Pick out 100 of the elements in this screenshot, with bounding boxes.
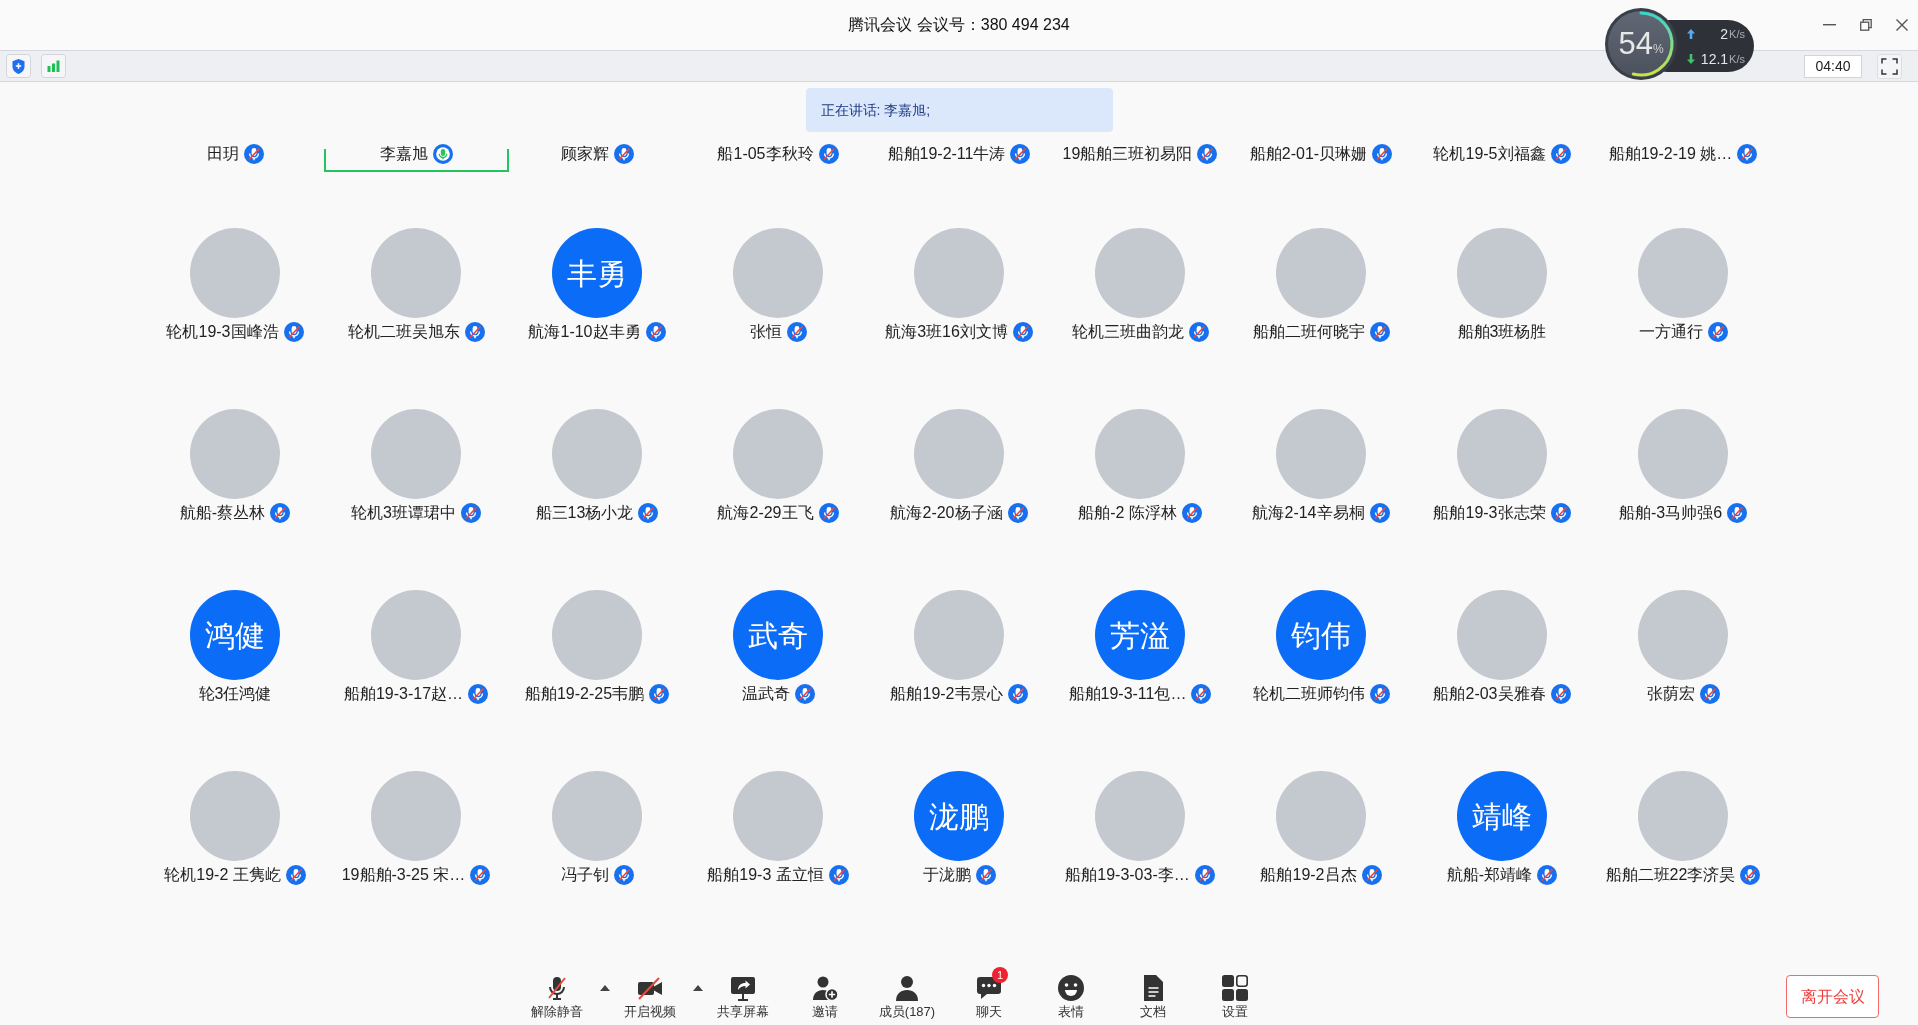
participant-name: 航船-蔡丛林 <box>179 504 266 522</box>
leave-meeting-button[interactable]: 离开会议 <box>1786 975 1879 1018</box>
minimize-icon[interactable] <box>1823 24 1836 26</box>
mic-muted-icon[interactable] <box>1181 503 1202 523</box>
reactions-button[interactable]: 表情 <box>1036 974 1106 1020</box>
participant-name: 船三13杨小龙 <box>535 504 634 522</box>
mic-muted-icon[interactable] <box>1369 503 1390 523</box>
caret-icon[interactable] <box>600 985 610 991</box>
mic-muted-icon[interactable] <box>1007 503 1028 523</box>
mic-muted-icon[interactable] <box>1699 684 1720 704</box>
mic-muted-icon[interactable] <box>243 144 264 164</box>
mic-muted-icon[interactable] <box>1737 144 1758 164</box>
mic-muted-icon[interactable] <box>464 322 485 342</box>
mic-muted-icon[interactable] <box>1197 144 1218 164</box>
mic-muted-icon[interactable] <box>786 322 807 342</box>
restore-icon[interactable] <box>1860 19 1872 31</box>
fullscreen-icon[interactable] <box>1877 53 1902 79</box>
mic-muted-icon[interactable] <box>794 684 815 704</box>
mic-muted-icon[interactable] <box>460 503 481 523</box>
mic-muted-icon[interactable] <box>613 865 634 885</box>
unread-badge: 1 <box>992 967 1008 983</box>
participant-name: 轮机二班师钧伟 <box>1252 685 1365 703</box>
participant-name: 船舶19-3 孟立恒 <box>707 866 824 884</box>
mic-muted-icon[interactable] <box>1361 865 1382 885</box>
mic-muted-icon[interactable] <box>1010 144 1031 164</box>
mic-muted-icon[interactable] <box>1012 322 1033 342</box>
mic-muted-icon[interactable] <box>818 144 839 164</box>
mic-muted-icon[interactable] <box>1369 322 1390 342</box>
participant-name: 顾家辉 <box>560 145 609 163</box>
members-button[interactable]: 成员(187) <box>872 974 942 1020</box>
mic-muted-icon[interactable] <box>1727 503 1748 523</box>
close-icon[interactable] <box>1896 19 1908 31</box>
participant-name: 航海2-20杨子涵 <box>890 504 1003 522</box>
initials-avatar: 芳溢 <box>1095 590 1185 680</box>
person-icon <box>893 974 921 1002</box>
documents-button[interactable]: 文档 <box>1118 974 1188 1020</box>
mic-muted-icon[interactable] <box>1191 684 1212 704</box>
mic-muted-icon[interactable] <box>645 322 666 342</box>
participant-name: 船舶-3马帅强6 <box>1618 504 1723 522</box>
shield-icon[interactable] <box>6 54 31 78</box>
start-video-button[interactable]: 开启视频 <box>615 974 685 1020</box>
participant-name: 冯子钊 <box>560 866 609 884</box>
initials-avatar: 鸿健 <box>190 590 280 680</box>
mic-muted-icon[interactable] <box>1550 684 1571 704</box>
participant-name: 航海2-14辛易桐 <box>1252 504 1365 522</box>
participant-name: 一方通行 <box>1638 323 1703 341</box>
share-screen-button[interactable]: 共享屏幕 <box>708 974 778 1020</box>
participant-name: 船舶19-2-19 姚… <box>1608 145 1733 163</box>
mic-active-icon[interactable] <box>432 144 453 164</box>
upload-speed: 2 <box>1719 25 1729 42</box>
participant-name: 船舶-2 陈浮林 <box>1078 504 1177 522</box>
settings-button[interactable]: 设置 <box>1200 974 1270 1020</box>
mic-muted-icon[interactable] <box>1372 144 1393 164</box>
initials-avatar: 钧伟 <box>1276 590 1366 680</box>
participant-name: 张荫宏 <box>1646 685 1695 703</box>
mic-muted-icon[interactable] <box>285 865 306 885</box>
mic-muted-icon[interactable] <box>1740 865 1761 885</box>
mic-muted-icon[interactable] <box>1550 503 1571 523</box>
mic-muted-icon[interactable] <box>638 503 659 523</box>
speed-unit: K/s <box>1729 51 1745 67</box>
mic-muted-icon[interactable] <box>470 865 491 885</box>
usage-gauge[interactable] <box>1605 8 1677 80</box>
squares-grid-icon <box>1221 974 1249 1002</box>
mic-muted-icon[interactable] <box>270 503 291 523</box>
participant-name: 船舶19-2吕杰 <box>1260 866 1357 884</box>
active-speaker-banner: 正在讲话: 李嘉旭; <box>805 88 1113 132</box>
participant-name: 温武奇 <box>741 685 790 703</box>
participant-name: 19船舶-3-25 宋… <box>341 866 466 884</box>
mic-muted-icon[interactable] <box>649 684 670 704</box>
mic-muted-icon[interactable] <box>1550 144 1571 164</box>
down-arrow-icon <box>1687 53 1695 64</box>
participant-name: 船舶二班何晓宇 <box>1252 323 1365 341</box>
mic-muted-icon[interactable] <box>283 322 304 342</box>
invite-button[interactable]: 邀请 <box>790 974 860 1020</box>
mic-muted-icon[interactable] <box>1007 684 1028 704</box>
participant-name: 船1-05李秋玲 <box>717 145 814 163</box>
mic-muted-icon[interactable] <box>1188 322 1209 342</box>
participant-name: 航海3班16刘文博 <box>885 323 1008 341</box>
participant-name: 船舶19-3-03-李… <box>1065 866 1190 884</box>
initials-avatar: 武奇 <box>733 590 823 680</box>
mic-muted-icon[interactable] <box>828 865 849 885</box>
mic-muted-icon[interactable] <box>1194 865 1215 885</box>
unmute-button[interactable]: 解除静音 <box>522 974 592 1020</box>
mic-muted-icon[interactable] <box>1707 322 1728 342</box>
participant-name: 19船舶三班初易阳 <box>1062 145 1193 163</box>
participant-name: 船舶19-2韦景心 <box>890 685 1003 703</box>
mic-muted-icon[interactable] <box>975 865 996 885</box>
caret-icon[interactable] <box>693 985 703 991</box>
initials-avatar: 靖峰 <box>1457 771 1547 861</box>
mic-muted-icon[interactable] <box>818 503 839 523</box>
mic-muted-icon[interactable] <box>1537 865 1558 885</box>
mic-muted-icon[interactable] <box>468 684 489 704</box>
initials-avatar: 丰勇 <box>552 228 642 318</box>
mic-muted-icon[interactable] <box>613 144 634 164</box>
participant-name: 轮3任鸿健 <box>198 685 272 703</box>
participant-name: 船舶19-2-11牛涛 <box>887 145 1006 163</box>
participant-name: 船舶2-03吴雅春 <box>1433 685 1546 703</box>
participant-name: 张恒 <box>749 323 782 341</box>
mic-muted-icon[interactable] <box>1369 684 1390 704</box>
participant-name: 航海1-10赵丰勇 <box>528 323 641 341</box>
